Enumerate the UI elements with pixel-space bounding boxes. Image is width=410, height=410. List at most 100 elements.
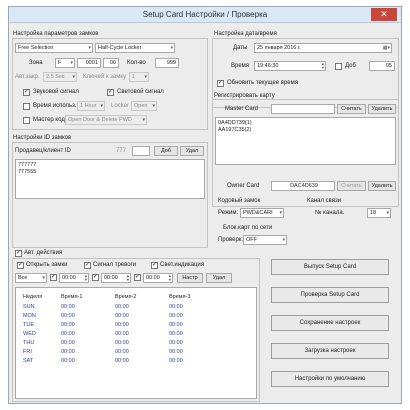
time-cell: 00:00	[169, 303, 183, 310]
default-settings-button[interactable]: Настройки по умолчанию	[271, 371, 389, 387]
time-label: Время	[231, 63, 250, 69]
time-add-label: Доб	[345, 63, 356, 69]
period-select[interactable]: Все ▾	[15, 273, 47, 283]
alarm-checkbox[interactable]: ✓	[84, 262, 91, 269]
list-item[interactable]: 0A4DD739(1)	[218, 120, 393, 127]
master-delete-button[interactable]: Удалить	[368, 104, 396, 114]
time-cell: 00:00	[169, 312, 183, 319]
column-header[interactable]: Время-2	[114, 292, 168, 302]
channel-select[interactable]: 18 ▾	[367, 208, 391, 218]
close-button[interactable]: ✕	[371, 8, 397, 21]
locker-select[interactable]: Open ▾	[131, 101, 157, 111]
time-cell: 00:00	[61, 339, 75, 346]
block-title: Блок.карт по сети	[223, 225, 273, 231]
time2-value: 00:00	[104, 275, 118, 281]
time-cell: 00:00	[115, 303, 129, 310]
master-card-field[interactable]	[271, 104, 335, 114]
sound-checkbox[interactable]: ✓	[23, 89, 30, 96]
issue-setup-card-button[interactable]: Выпуск Setup Card	[271, 259, 389, 275]
autoclose-select[interactable]: 2.5 Sec ▾	[43, 72, 77, 82]
time1-field[interactable]: 00:00 ▴ ▾	[59, 273, 89, 283]
time-cell: 00:00	[115, 312, 129, 319]
time-value: 19:46:30	[257, 63, 279, 69]
list-item[interactable]: AA197C35(2)	[218, 127, 393, 134]
table-row[interactable]: SUN 00:00 00:00 00:00	[22, 302, 222, 311]
chevron-down-icon: ▾	[70, 60, 73, 66]
chevron-down-icon: ▾	[88, 45, 91, 51]
mode-select[interactable]: Free Selection ▾	[15, 43, 93, 53]
count-field[interactable]: 999	[155, 58, 179, 68]
chevron-down-icon: ▾	[152, 103, 155, 109]
seller-input[interactable]	[132, 146, 150, 156]
check-setup-card-button[interactable]: Проверка Setup Card	[271, 287, 389, 303]
id-add-button[interactable]: Доб	[154, 146, 178, 156]
time3-field[interactable]: 00:00 ▴ ▾	[143, 273, 173, 283]
open-locks-checkbox[interactable]: ✓	[17, 262, 24, 269]
schedule-table-box[interactable]: Неделя Время-1 Время-2 Время-3 SUN 00:00 0…	[15, 287, 257, 399]
spinner-icon[interactable]: ▴ ▾	[127, 274, 129, 282]
time-use-select[interactable]: 1 Hour ▾	[77, 101, 105, 111]
master-code-label: Мастер код	[33, 117, 65, 123]
time-add-checkbox[interactable]	[335, 63, 342, 70]
list-item[interactable]: 777555	[18, 169, 202, 176]
load-settings-button[interactable]: Загрузка настроек	[271, 343, 389, 359]
id-locks-title: Настройки ID замков	[13, 135, 72, 141]
light-ind-checkbox[interactable]: ✓	[151, 262, 158, 269]
column-header[interactable]: Время-1	[60, 292, 114, 302]
owner-card-field[interactable]: DAC4D639	[271, 181, 335, 191]
setup-card-window: Setup Card Настройки / Проверка ✕ Настро…	[8, 6, 402, 404]
id-list[interactable]: 777777 777555	[15, 159, 205, 199]
list-item[interactable]: 777777	[18, 162, 202, 169]
block-check-select[interactable]: OFF ▾	[243, 235, 287, 245]
table-row[interactable]: FRI 00:00 00:00 00:00	[22, 347, 222, 356]
master-code-value: Open Door & Delete PWD	[68, 117, 132, 123]
zone-letter-select[interactable]: F ▾	[55, 58, 75, 68]
master-code-select[interactable]: Open Door & Delete PWD ▾	[65, 115, 147, 125]
master-code-checkbox[interactable]	[23, 117, 30, 124]
auto-actions-checkbox[interactable]: ✓	[15, 250, 22, 257]
schedule-table: Неделя Время-1 Время-2 Время-3 SUN 00:00 0…	[22, 292, 222, 365]
zone-sub-field[interactable]: 00	[103, 58, 119, 68]
save-settings-button[interactable]: Сохранение настроек	[271, 315, 389, 331]
chevron-down-icon: ▾	[142, 117, 145, 123]
master-read-button[interactable]: Считать	[337, 104, 366, 114]
update-time-checkbox[interactable]: ✓	[217, 80, 224, 87]
time-cell: 00:00	[61, 303, 75, 310]
card-list[interactable]: 0A4DD739(1) AA197C35(2)	[215, 117, 396, 165]
time2-checkbox[interactable]: ✓	[92, 274, 99, 281]
spinner-icon[interactable]: ▴ ▾	[322, 62, 324, 70]
time-use-value: 1 Hour	[80, 103, 97, 109]
autoclose-label: Авт.закр.	[15, 74, 40, 80]
spinner-icon[interactable]: ▴ ▾	[85, 274, 87, 282]
time-add-field[interactable]: 05	[369, 61, 395, 71]
chevron-down-icon: ▾	[279, 210, 282, 216]
spinner-icon[interactable]: ▴ ▾	[169, 274, 171, 282]
code-lock-mode-select[interactable]: PWD&CARI ▾	[240, 208, 284, 218]
table-row[interactable]: THU 00:00 00:00 00:00	[22, 338, 222, 347]
table-row[interactable]: TUE 00:00 00:00 00:00	[22, 320, 222, 329]
date-picker[interactable]: 25 января 2016 г. ▦▾	[254, 43, 392, 53]
cycle-select[interactable]: Half-Cycle Locker ▾	[95, 43, 175, 53]
block-check-value: OFF	[246, 237, 257, 243]
time3-checkbox[interactable]: ✓	[134, 274, 141, 281]
light-label: Световой сигнал	[117, 89, 164, 95]
time-use-checkbox[interactable]	[23, 103, 30, 110]
setup-button[interactable]: Настр	[177, 273, 203, 283]
time1-checkbox[interactable]: ✓	[50, 274, 57, 281]
time2-field[interactable]: 00:00 ▴ ▾	[101, 273, 131, 283]
time-field[interactable]: 19:46:30 ▴ ▾	[254, 61, 326, 71]
key-select[interactable]: 1 ▾	[129, 72, 149, 82]
table-row[interactable]: SAT 00:00 00:00 00:00	[22, 356, 222, 365]
alarm-label: Сигнал тревоги	[93, 262, 137, 268]
light-checkbox[interactable]: ✓	[107, 89, 114, 96]
schedule-delete-button[interactable]: Удал	[206, 273, 232, 283]
table-row[interactable]: MON 00:00 00:00 00:00	[22, 311, 222, 320]
column-header[interactable]: Время-3	[168, 292, 222, 302]
id-delete-button[interactable]: Удал	[180, 146, 204, 156]
owner-read-button[interactable]: Считать	[337, 181, 366, 191]
column-header[interactable]: Неделя	[22, 292, 60, 302]
chevron-down-icon: ▾	[72, 74, 75, 80]
owner-delete-button[interactable]: Удалить	[368, 181, 396, 191]
zone-code-field[interactable]: 0001	[77, 58, 101, 68]
table-row[interactable]: WED 00:00 00:00 00:00	[22, 329, 222, 338]
